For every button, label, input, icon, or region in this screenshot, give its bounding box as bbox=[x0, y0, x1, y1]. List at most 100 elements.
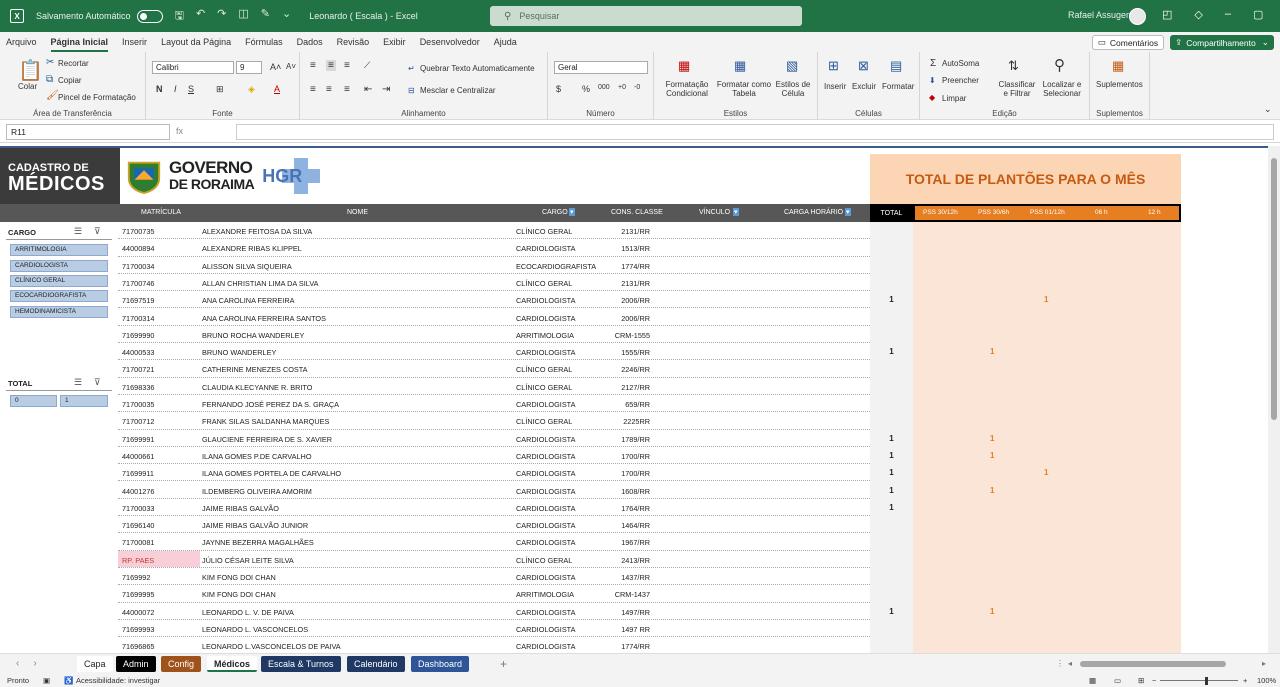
border-icon[interactable]: ⊞ bbox=[216, 84, 224, 95]
addins-icon[interactable]: ▦ bbox=[1112, 58, 1124, 74]
decrease-decimal-icon[interactable]: -0 bbox=[634, 84, 640, 91]
align-left-icon[interactable]: ≡ bbox=[310, 84, 316, 95]
table-row[interactable]: 71699990 BRUNO ROCHA WANDERLEY ARRITIMOLOG… bbox=[118, 326, 870, 344]
share-button[interactable]: ⇪ Compartilhamento ⌄ bbox=[1170, 35, 1274, 50]
slicer-item-clinico-geral[interactable]: CLÍNICO GERAL bbox=[10, 275, 108, 287]
conditional-format-icon[interactable]: ▦ bbox=[678, 58, 690, 74]
delete-cells-icon[interactable]: ⊠ bbox=[858, 58, 869, 74]
cell-styles-icon[interactable]: ▧ bbox=[786, 58, 798, 74]
orientation-icon[interactable]: ⟋ bbox=[364, 60, 370, 71]
table-row[interactable]: 44000072 LEONARDO L. V. DE PAIVA CARDIOLOG… bbox=[118, 603, 870, 620]
table-row[interactable]: 71700033 JAIME RIBAS GALVÃO CARDIOLOGISTA 1… bbox=[118, 499, 870, 517]
underline-icon[interactable]: S bbox=[188, 84, 194, 94]
table-row[interactable]: 71696865 LEONARDO L.VASCONCELOS DE PAIVA C… bbox=[118, 637, 870, 653]
clear-label[interactable]: Limpar bbox=[942, 94, 966, 103]
wrap-icon[interactable]: ↵ bbox=[408, 64, 415, 73]
table-row[interactable]: 71697519 ANA CAROLINA FERREIRA CARDIOLOGIS… bbox=[118, 291, 870, 309]
filter-dropdown-icon[interactable]: ▾ bbox=[845, 208, 851, 216]
slicer-item-total-1[interactable]: 1 bbox=[60, 395, 108, 407]
sort-filter-icon[interactable]: ⇅ bbox=[1008, 58, 1019, 74]
tab-inserir[interactable]: Inserir bbox=[122, 37, 147, 47]
format-table-label[interactable]: Formatar como Tabela bbox=[716, 80, 772, 98]
more-tabs-icon[interactable]: ⋮ bbox=[1056, 659, 1064, 668]
copy-icon[interactable]: ⧉ bbox=[46, 74, 53, 85]
tab-pagina-inicial[interactable]: Página Inicial bbox=[50, 37, 108, 52]
outdent-icon[interactable]: ⇥ bbox=[382, 84, 390, 95]
table-row[interactable]: 71696140 JAIME RIBAS GALVÃO JUNIOR CARDIOL… bbox=[118, 516, 870, 534]
autosave-toggle[interactable] bbox=[136, 9, 163, 23]
paste-label[interactable]: Colar bbox=[18, 82, 37, 91]
percent-icon[interactable]: % bbox=[582, 84, 590, 94]
tab-layout[interactable]: Layout da Página bbox=[161, 37, 231, 47]
normal-view-icon[interactable]: ▦ bbox=[1089, 676, 1096, 685]
table-row[interactable]: 7169992 KIM FONG DOI CHAN CARDIOLOGISTA 143… bbox=[118, 568, 870, 586]
tab-desenvolvedor[interactable]: Desenvolvedor bbox=[420, 37, 480, 47]
table-row[interactable]: 71699993 LEONARDO L. VASCONCELOS CARDIOLOG… bbox=[118, 620, 870, 638]
zoom-out-icon[interactable]: − bbox=[1152, 676, 1156, 685]
align-top-icon[interactable]: ≡ bbox=[310, 60, 316, 71]
scroll-right-icon[interactable]: ▸ bbox=[1262, 659, 1266, 668]
restore-icon[interactable]: ▢ bbox=[1253, 8, 1263, 21]
scroll-thumb[interactable] bbox=[1271, 158, 1277, 420]
cell-styles-label[interactable]: Estilos de Célula bbox=[772, 80, 814, 98]
clear-filter-icon[interactable]: ⊽ bbox=[94, 377, 101, 388]
table-row[interactable]: 71699911 ILANA GOMES PORTELA DE CARVALHO C… bbox=[118, 464, 870, 482]
bold-icon[interactable]: N bbox=[156, 84, 163, 94]
format-cells-label[interactable]: Formatar bbox=[882, 82, 914, 91]
worksheet[interactable]: CADASTRO DE MÉDICOS GOVERNO DE RORAIMA H… bbox=[0, 146, 1268, 653]
user-name[interactable]: Rafael Assugeni bbox=[1068, 10, 1133, 20]
sheet-tab-admin[interactable]: Admin bbox=[116, 656, 156, 672]
formula-input[interactable] bbox=[236, 124, 1274, 140]
save-icon[interactable]: 🖫 bbox=[175, 7, 184, 26]
scissors-icon[interactable]: ✂ bbox=[46, 57, 54, 68]
slicer-item-hemodinamicista[interactable]: HEMODINAMICISTA bbox=[10, 306, 108, 318]
sheet-tab-config[interactable]: Config bbox=[161, 656, 202, 672]
add-sheet-icon[interactable]: + bbox=[500, 657, 507, 671]
table-row[interactable]: 71700034 ALISSON SILVA SIQUEIRA ECOCARDIOG… bbox=[118, 257, 870, 274]
conditional-format-label[interactable]: Formatação Condicional bbox=[662, 80, 712, 98]
tab-ajuda[interactable]: Ajuda bbox=[494, 37, 517, 47]
multi-select-icon[interactable]: ☰ bbox=[74, 377, 82, 388]
merge-label[interactable]: Mesclar e Centralizar bbox=[420, 86, 496, 95]
table-row[interactable]: 71699991 GLAUCIENE FERREIRA DE S. XAVIER C… bbox=[118, 430, 870, 447]
fill-label[interactable]: Preencher bbox=[942, 76, 979, 85]
indent-icon[interactable]: ⇤ bbox=[364, 84, 372, 95]
insert-cells-label[interactable]: Inserir bbox=[824, 82, 846, 91]
autosum-label[interactable]: AutoSoma bbox=[942, 59, 979, 68]
align-middle-icon[interactable]: ≡ bbox=[326, 60, 336, 71]
table-row[interactable]: 71700746 ALLAN CHRISTIAN LIMA DA SILVA CLÍ… bbox=[118, 274, 870, 292]
table-row[interactable]: 71700081 JAYNNE BEZERRA MAGALHÃES CARDIOLO… bbox=[118, 533, 870, 551]
collapse-ribbon-icon[interactable]: ⌄ bbox=[1264, 104, 1272, 115]
find-select-label[interactable]: Localizar e Selecionar bbox=[1038, 80, 1086, 98]
sheet-tab-medicos[interactable]: Médicos bbox=[207, 656, 258, 672]
table-row[interactable]: 71698336 CLAUDIA KLECYANNE R. BRITO CLÍNIC… bbox=[118, 378, 870, 395]
insert-cells-icon[interactable]: ⊞ bbox=[828, 58, 839, 74]
search-input[interactable]: ⚲ Pesquisar bbox=[490, 6, 802, 26]
multi-select-icon[interactable]: ☰ bbox=[74, 226, 82, 237]
sort-filter-label[interactable]: Classificar e Filtrar bbox=[996, 80, 1038, 98]
clear-filter-icon[interactable]: ⊽ bbox=[94, 226, 101, 237]
minimize-icon[interactable]: – bbox=[1225, 8, 1231, 21]
table-row[interactable]: 71700712 FRANK SILAS SALDANHA MARQUES CLÍN… bbox=[118, 412, 870, 430]
table-row[interactable]: 71700314 ANA CAROLINA FERREIRA SANTOS CARD… bbox=[118, 309, 870, 326]
delete-cells-label[interactable]: Excluir bbox=[852, 82, 876, 91]
table-row[interactable]: 44001276 ILDEMBERG OLIVEIRA AMORIM CARDIOL… bbox=[118, 482, 870, 499]
sheet-tab-dashboard[interactable]: Dashboard bbox=[411, 656, 470, 672]
font-color-icon[interactable]: A bbox=[274, 84, 280, 94]
align-right-icon[interactable]: ≡ bbox=[344, 84, 350, 95]
filter-dropdown-icon[interactable]: ▾ bbox=[569, 208, 575, 216]
draw-icon[interactable]: ✎ bbox=[261, 7, 270, 26]
slicer-item-cardiologista[interactable]: CARDIOLOGISTA bbox=[10, 260, 108, 272]
slicer-item-ecocardiografista[interactable]: ECOCARDIOGRAFISTA bbox=[10, 290, 108, 302]
shrink-font-icon[interactable]: A˅ bbox=[286, 62, 296, 71]
zoom-slider[interactable] bbox=[1160, 680, 1238, 681]
tab-arquivo[interactable]: Arquivo bbox=[6, 37, 37, 47]
customize-icon[interactable]: ⌄ bbox=[282, 7, 291, 26]
filter-dropdown-icon[interactable]: ▾ bbox=[733, 208, 739, 216]
slicer-item-arritimologia[interactable]: ARRITIMOLOGIA bbox=[10, 244, 108, 256]
table-row[interactable]: 71700035 FERNANDO JOSÉ PEREZ DA S. GRAÇA C… bbox=[118, 395, 870, 413]
fill-icon[interactable]: ⬇ bbox=[929, 76, 936, 85]
zoom-level[interactable]: 100% bbox=[1257, 676, 1276, 685]
accessibility-icon[interactable]: ♿ bbox=[64, 676, 73, 685]
vertical-scrollbar[interactable] bbox=[1268, 146, 1280, 653]
